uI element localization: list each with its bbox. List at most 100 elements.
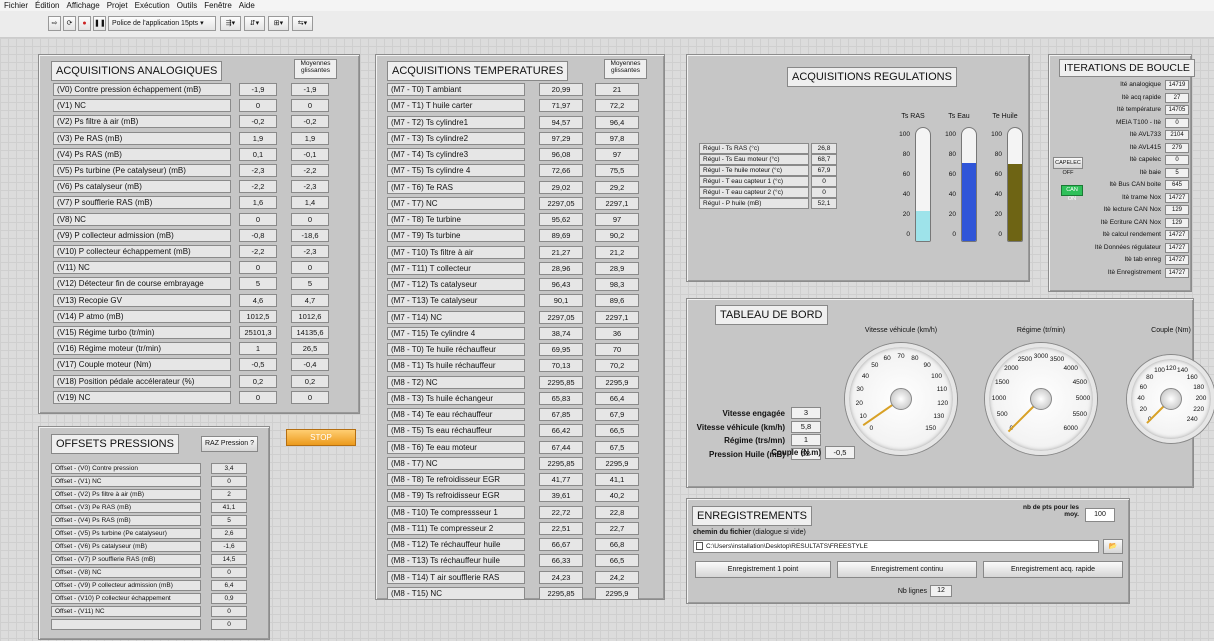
analog-label: (V18) Position pédale accélerateur (%) xyxy=(53,374,231,388)
font-select[interactable]: Police de l'application 15pts ▾ xyxy=(108,16,216,31)
gauge-hub xyxy=(1160,388,1182,410)
menu-item[interactable]: Exécution xyxy=(135,0,170,11)
offset-value: 41,1 xyxy=(211,502,247,513)
temp-avg: 70,2 xyxy=(595,359,639,373)
analog-avg: 26,5 xyxy=(291,342,329,356)
stop-button[interactable]: STOP xyxy=(286,429,356,446)
analog-label: (V10) P collecteur échappement (mB) xyxy=(53,245,231,258)
temp-avg: 70 xyxy=(595,343,639,356)
dash-value[interactable]: 3 xyxy=(791,407,821,419)
analog-avg: 5 xyxy=(291,277,329,291)
analog-row: (V13) Recopie GV 4,6 4,7 xyxy=(53,293,329,307)
resize-icon[interactable]: ⊞▾ xyxy=(268,16,289,31)
run-arrow-icon[interactable]: ⇨ xyxy=(48,16,61,31)
abort-icon[interactable]: ● xyxy=(78,16,91,31)
analog-avg: -2,3 xyxy=(291,245,329,258)
analog-value: 0 xyxy=(239,99,277,113)
reg-row: Régul - T eau capteur 2 (°c) 0 xyxy=(699,187,837,198)
path-input[interactable]: C:\Users\installation\Desktop\RESULTATS\… xyxy=(693,540,1099,553)
analog-value: 1,6 xyxy=(239,196,277,210)
dash-title: TABLEAU DE BORD xyxy=(715,305,828,325)
offset-value: 0 xyxy=(211,606,247,617)
record-one-point-button[interactable]: Enregistrement 1 point xyxy=(695,561,831,578)
reg-label: Régul - Ts RAS (°c) xyxy=(699,143,809,154)
offset-label: Offset - (V9) P collecteur admission (mB… xyxy=(51,580,201,591)
record-continuous-button[interactable]: Enregistrement continu xyxy=(837,561,977,578)
panel-regulations: ACQUISITIONS REGULATIONS Régul - Ts RAS … xyxy=(686,54,1030,282)
couple-value: -0,5 xyxy=(825,446,855,459)
gauge-tick-label: 40 xyxy=(1137,395,1145,402)
menu-item[interactable]: Projet xyxy=(107,0,128,11)
temp-label: (M8 - T8) Te refroidisseur EGR xyxy=(387,473,525,486)
temp-value: 95,62 xyxy=(539,213,583,226)
temp-avg: 97,8 xyxy=(595,131,639,145)
iter-label: Itè trame Nox xyxy=(1121,193,1161,201)
iter-value: 14727 xyxy=(1165,192,1189,203)
record-fast-button[interactable]: Enregistrement acq. rapide xyxy=(983,561,1123,578)
nbpts-input[interactable]: 100 xyxy=(1085,508,1115,522)
menu-item[interactable]: Fichier xyxy=(4,0,28,11)
raz-pression-button[interactable]: RAZ Pression ? xyxy=(201,436,258,452)
tank-label: Ts Eau xyxy=(948,113,970,120)
analog-row: (V5) Ps turbine (Pe catalyseur) (mB) -2,3… xyxy=(53,164,329,177)
gauge-tick-label: 20 xyxy=(855,399,863,407)
analog-avg: 1,9 xyxy=(291,131,329,145)
temp-row: (M7 - T12) Ts catalyseur 96,43 98,3 xyxy=(387,278,639,291)
browse-folder-icon[interactable]: 📂 xyxy=(1103,539,1123,554)
reorder-icon[interactable]: ⇆▾ xyxy=(292,16,313,31)
offset-label: Offset - (V1) NC xyxy=(51,476,201,487)
menu-item[interactable]: Fenêtre xyxy=(204,0,232,11)
analog-avg: 1,4 xyxy=(291,196,329,210)
gauge-tick-label: 4500 xyxy=(1072,378,1088,386)
reg-label: Régul - T eau capteur 2 (°c) xyxy=(699,187,809,198)
gauge-tick-label: 30 xyxy=(856,385,864,393)
analog-value: 0 xyxy=(239,212,277,226)
temp-avg: 36 xyxy=(595,326,639,340)
temp-row: (M8 - T6) Te eau moteur 67,44 67,5 xyxy=(387,440,639,454)
iter-label: Itè baie xyxy=(1139,168,1161,176)
reg-row: Régul - Ts Eau moteur (°c) 68,7 xyxy=(699,154,837,165)
analog-label: (V14) P atmo (mB) xyxy=(53,309,231,323)
menu-item[interactable]: Affichage xyxy=(66,0,99,11)
menu-item[interactable]: Aide xyxy=(239,0,255,11)
reg-row: Régul - P huile (mB) 52,1 xyxy=(699,198,837,209)
temp-label: (M7 - T1) T huile carter xyxy=(387,99,525,113)
reg-value: 26,8 xyxy=(811,143,837,154)
temp-row: (M7 - T15) Te cylindre 4 38,74 36 xyxy=(387,326,639,340)
temp-label: (M8 - T6) Te eau moteur xyxy=(387,440,525,454)
offset-label xyxy=(51,619,201,630)
nblignes-value: 12 xyxy=(930,585,952,597)
distribute-icon[interactable]: ⇵▾ xyxy=(244,16,265,31)
analog-avg: -0,2 xyxy=(291,115,329,129)
tank-tick: 100 xyxy=(991,131,1002,138)
iter-value: 14705 xyxy=(1165,105,1189,115)
menu-item[interactable]: Édition xyxy=(35,0,59,11)
offset-value: 3,4 xyxy=(211,463,247,474)
temp-value: 29,02 xyxy=(539,180,583,194)
temp-avg: 2297,1 xyxy=(595,310,639,324)
temp-value: 21,27 xyxy=(539,245,583,259)
run-continuous-icon[interactable]: ⟳ xyxy=(63,16,76,31)
align-icon[interactable]: ⇶▾ xyxy=(220,16,241,31)
tank-tick: 60 xyxy=(948,171,956,178)
temp-row: (M8 - T0) Te huile réchauffeur 69,95 70 xyxy=(387,343,639,356)
tank-tick: 20 xyxy=(902,211,910,218)
pause-icon[interactable]: ❚❚ xyxy=(93,16,106,31)
iter-value: 5 xyxy=(1165,167,1189,178)
iter-value: 2104 xyxy=(1165,130,1189,140)
analog-avg: 0 xyxy=(291,99,329,113)
temp-label: (M8 - T14) T air soufflerie RAS xyxy=(387,570,525,584)
iter-label: Itè capelec xyxy=(1129,156,1161,163)
temp-label: (M8 - T5) Ts eau réchauffeur xyxy=(387,424,525,438)
temp-avg: 97 xyxy=(595,148,639,161)
temp-label: (M7 - T6) Te RAS xyxy=(387,180,525,194)
gauge-tick-label: 200 xyxy=(1195,395,1207,402)
temp-row: (M7 - T1) T huile carter 71,97 72,2 xyxy=(387,99,639,113)
temp-value: 94,57 xyxy=(539,115,583,129)
iter-value: 0 xyxy=(1165,155,1189,165)
menu-item[interactable]: Outils xyxy=(177,0,197,11)
tank-fill xyxy=(916,210,930,241)
tank-tick: 20 xyxy=(948,211,956,218)
iter-label: Itè température xyxy=(1116,106,1161,113)
reg-value: 0 xyxy=(811,187,837,198)
